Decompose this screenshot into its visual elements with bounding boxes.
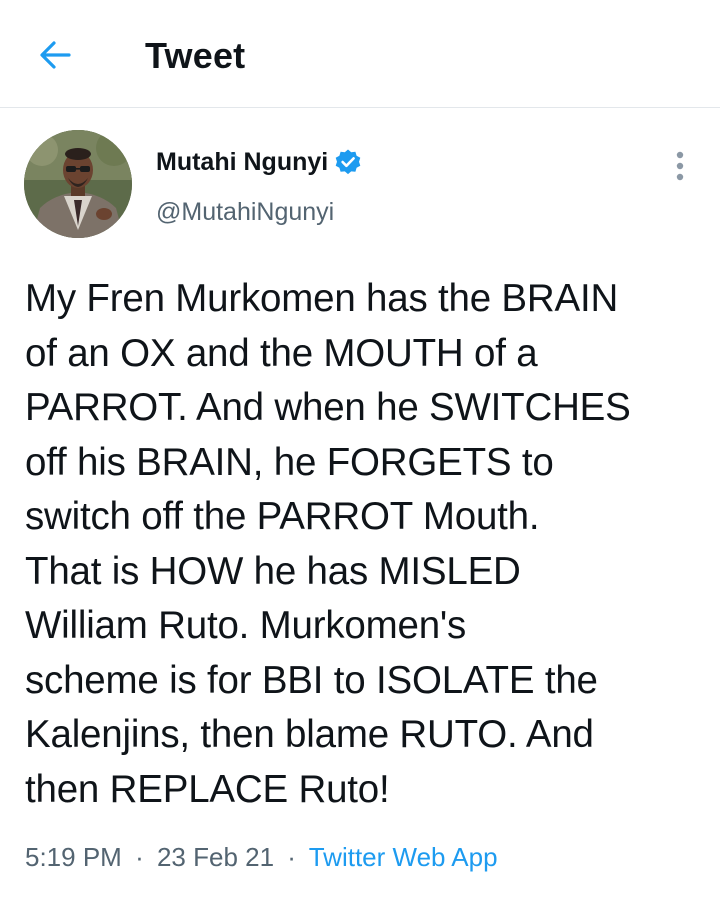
author-name[interactable]: Mutahi Ngunyi xyxy=(156,146,362,178)
profile-photo xyxy=(24,130,132,238)
author-handle[interactable]: @MutahiNgunyi xyxy=(156,196,334,228)
more-vertical-icon xyxy=(676,151,684,181)
meta-separator: · xyxy=(287,842,296,872)
more-options-button[interactable] xyxy=(660,146,700,186)
tweet-time: 5:19 PM xyxy=(25,842,122,872)
tweet-source-link[interactable]: Twitter Web App xyxy=(309,842,498,872)
tweet-date: 23 Feb 21 xyxy=(156,842,275,872)
page-title: Tweet xyxy=(145,35,246,76)
tweet-text: My Fren Murkomen has the BRAIN of an OX … xyxy=(25,277,631,811)
meta-separator: · xyxy=(135,842,144,872)
author-display-name: Mutahi Ngunyi xyxy=(156,148,329,176)
tweet-metadata: 5:19 PM · 23 Feb 21 · Twitter Web App xyxy=(25,840,498,874)
avatar[interactable] xyxy=(24,130,132,238)
back-button[interactable] xyxy=(30,30,80,80)
top-app-bar: Tweet xyxy=(0,0,720,108)
verified-badge-icon xyxy=(335,149,361,175)
tweet-detail-page: Tweet Mutahi Ngunyi @MutahiNgunyi My Fre… xyxy=(0,0,720,900)
arrow-left-icon xyxy=(40,41,71,69)
